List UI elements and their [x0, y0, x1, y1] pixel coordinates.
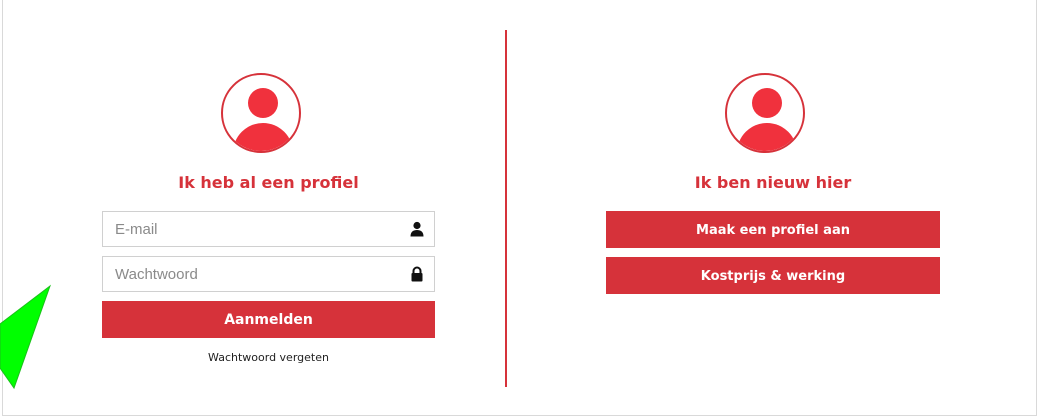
email-field[interactable]: [102, 211, 435, 247]
create-profile-button[interactable]: Maak een profiel aan: [606, 211, 940, 248]
column-divider: [505, 30, 507, 387]
pricing-button[interactable]: Kostprijs & werking: [606, 257, 940, 294]
password-field[interactable]: [102, 256, 435, 292]
email-input[interactable]: [103, 212, 393, 246]
register-heading: Ik ben nieuw hier: [694, 173, 852, 192]
forgot-password-link[interactable]: Wachtwoord vergeten: [102, 351, 435, 364]
login-heading: Ik heb al een profiel: [178, 173, 359, 192]
pointer-cursor-icon: [0, 284, 52, 390]
login-button[interactable]: Aanmelden: [102, 301, 435, 338]
login-avatar-icon: [221, 73, 301, 153]
user-icon: [410, 221, 424, 237]
lock-icon: [411, 266, 423, 282]
register-avatar-icon: [725, 73, 805, 153]
password-input[interactable]: [103, 257, 393, 291]
